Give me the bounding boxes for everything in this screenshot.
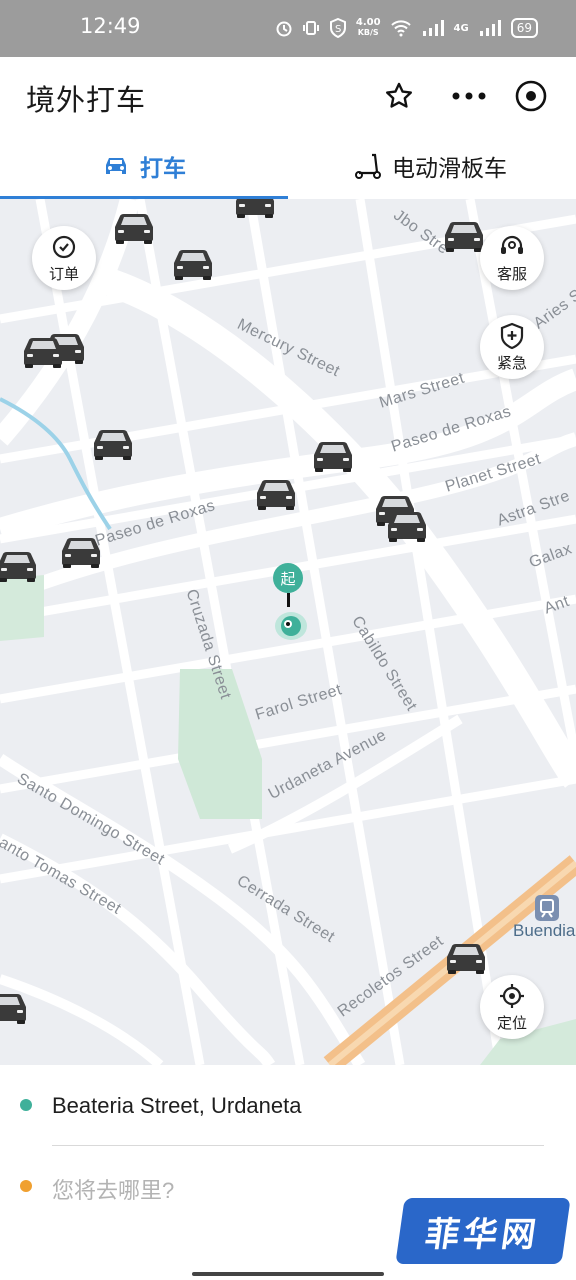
alarm-icon (275, 19, 293, 37)
car-marker (443, 941, 489, 975)
car-marker (58, 535, 104, 569)
home-indicator[interactable] (192, 1272, 384, 1276)
crosshair-icon (500, 983, 524, 1008)
wifi-icon (390, 19, 412, 37)
map-view[interactable]: Mercury Street Mars Street Paseo de Roxa… (0, 199, 576, 1065)
orders-button[interactable]: 订单 (32, 226, 96, 290)
pin-stem (287, 593, 290, 607)
clock-check-icon (52, 235, 76, 258)
car-marker (253, 477, 299, 511)
emergency-button[interactable]: 紧急 (480, 315, 544, 379)
status-bar: 12:49 S 4.00 KB/S 4G 69 (0, 0, 576, 57)
start-marker-bubble: 起 (273, 563, 303, 593)
locate-label: 定位 (496, 1013, 527, 1032)
watermark-logo: 菲华网 (395, 1198, 571, 1264)
star-icon (386, 82, 412, 108)
station-label: Buendia (513, 921, 576, 940)
pickup-row[interactable]: Beateria Street, Urdaneta (0, 1065, 576, 1145)
car-marker (310, 439, 356, 473)
scooter-icon (355, 153, 381, 179)
signal-icon-2 (478, 19, 502, 37)
pickup-marker[interactable]: 起 (273, 563, 307, 641)
customer-service-button[interactable]: 客服 (480, 226, 544, 290)
car-marker (111, 211, 157, 245)
train-station-icon (535, 895, 559, 921)
title-bar: 境外打车 (0, 57, 576, 135)
car-icon (106, 158, 126, 174)
close-circle-icon (515, 80, 547, 112)
svg-text:S: S (335, 24, 341, 35)
car-marker (170, 247, 216, 281)
net-speed-unit: KB/S (357, 28, 379, 37)
network-type: 4G (453, 22, 469, 34)
battery-indicator: 69 (510, 18, 538, 38)
pickup-address: Beateria Street, Urdaneta (52, 1093, 302, 1118)
headset-icon (501, 235, 523, 254)
destination-input: 您将去哪里? (52, 1178, 175, 1203)
close-miniapp-button[interactable] (512, 77, 550, 115)
locate-button[interactable]: 定位 (480, 975, 544, 1039)
favorite-button[interactable] (382, 79, 416, 113)
car-marker (384, 509, 430, 543)
tab-taxi-label: 打车 (140, 156, 186, 182)
car-marker (90, 427, 136, 461)
page-title: 境外打车 (26, 83, 147, 117)
destination-dot (20, 1180, 32, 1192)
car-marker (0, 991, 30, 1025)
car-marker (232, 199, 278, 219)
orders-label: 订单 (48, 264, 79, 283)
vibrate-icon (302, 19, 320, 37)
vpn-shield-icon: S (329, 18, 347, 38)
more-dots-icon (452, 92, 486, 100)
car-marker (441, 219, 487, 253)
net-speed-value: 4.00 (355, 17, 381, 28)
customer-service-label: 客服 (496, 264, 527, 283)
status-time: 12:49 (80, 14, 141, 38)
status-icons: S 4.00 KB/S 4G 69 (275, 18, 538, 38)
tab-scooter-label: 电动滑板车 (392, 156, 507, 182)
tab-bar: 打车 电动滑板车 (0, 135, 576, 201)
pickup-dot (20, 1099, 32, 1111)
net-speed: 4.00 KB/S (356, 18, 381, 38)
location-dot-icon (275, 612, 307, 640)
car-marker (20, 335, 66, 369)
car-marker (0, 549, 40, 583)
emergency-label: 紧急 (496, 353, 527, 372)
tab-scooter[interactable]: 电动滑板车 (354, 135, 507, 197)
shield-plus-icon (500, 322, 524, 349)
tab-taxi[interactable]: 打车 (102, 135, 186, 197)
signal-icon-1 (421, 19, 445, 37)
more-options-button[interactable] (446, 81, 492, 111)
